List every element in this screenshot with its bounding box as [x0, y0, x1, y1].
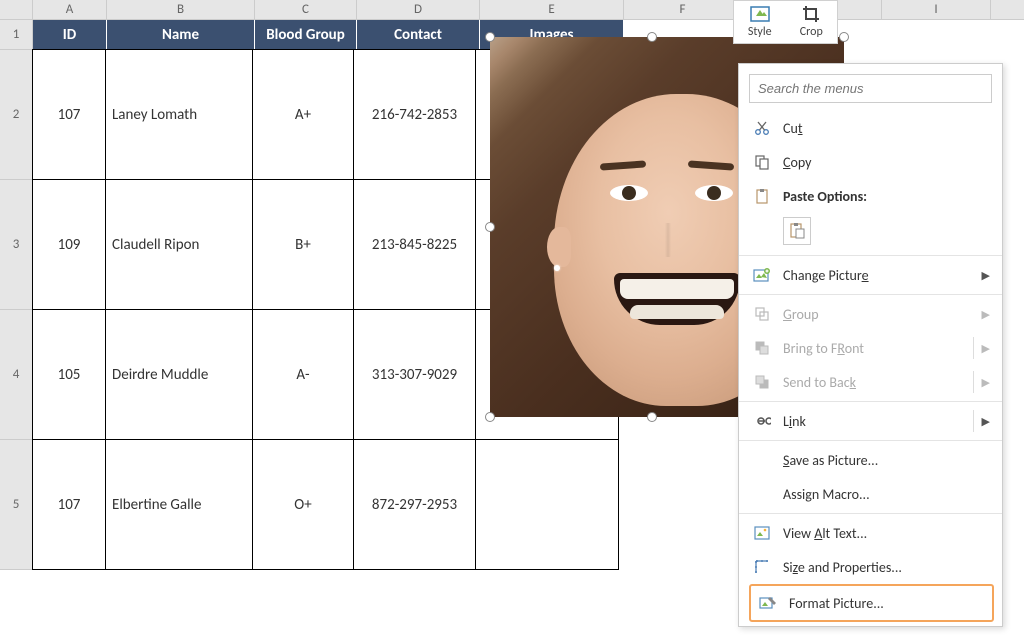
menu-assign-macro[interactable]: Assign Macro...: [739, 477, 1002, 511]
assign-macro-label: Assign Macro...: [783, 486, 870, 503]
col-header-d[interactable]: D: [357, 0, 480, 19]
cell-contact[interactable]: 872-297-2953: [353, 439, 476, 570]
menu-format-picture[interactable]: Format Picture...: [751, 586, 992, 620]
paste-options-row: [739, 213, 1002, 253]
menu-size-properties[interactable]: Size and Properties...: [739, 550, 1002, 584]
change-picture-label: Change Picture: [783, 267, 869, 284]
header-contact: Contact: [357, 20, 480, 50]
menu-send-to-back: Send to Back ▶: [739, 365, 1002, 399]
row-header-4[interactable]: 4: [0, 310, 33, 440]
select-all-corner[interactable]: [0, 0, 33, 19]
col-header-a[interactable]: A: [33, 0, 107, 19]
header-name: Name: [107, 20, 255, 50]
link-icon: [753, 412, 771, 430]
header-blood: Blood Group: [255, 20, 357, 50]
size-props-label: Size and Properties...: [783, 559, 902, 576]
cell-id[interactable]: 105: [32, 309, 106, 440]
col-header-e[interactable]: E: [480, 0, 624, 19]
submenu-arrow-icon: ▶: [982, 342, 990, 355]
selection-handle[interactable]: [485, 32, 495, 42]
cell-blood[interactable]: A-: [252, 309, 354, 440]
menu-cut[interactable]: Cut: [739, 111, 1002, 145]
save-as-picture-label: Save as Picture...: [783, 452, 878, 469]
menu-change-picture[interactable]: Change Picture ▶: [739, 258, 1002, 292]
menu-link[interactable]: Link ▶: [739, 404, 1002, 438]
menu-search-input[interactable]: [749, 74, 992, 103]
cell-contact[interactable]: 216-742-2853: [353, 49, 476, 180]
row-header-1[interactable]: 1: [0, 20, 33, 50]
picture-mini-toolbar: Style Crop: [733, 0, 838, 44]
group-icon: [753, 305, 771, 323]
cell-id[interactable]: 109: [32, 179, 106, 310]
row-header-column: 1 2 3 4 5: [0, 20, 33, 570]
scissors-icon: [753, 119, 771, 137]
copy-icon: [753, 153, 771, 171]
menu-bring-to-front: Bring to FRont ▶: [739, 331, 1002, 365]
crop-icon: [800, 5, 822, 23]
clipboard-icon: [753, 187, 771, 205]
cell-contact[interactable]: 213-845-8225: [353, 179, 476, 310]
paste-button[interactable]: [783, 217, 811, 245]
submenu-arrow-icon: ▶: [982, 308, 990, 321]
size-icon: [753, 558, 771, 576]
format-picture-icon: [759, 594, 777, 612]
cell-id[interactable]: 107: [32, 49, 106, 180]
col-header-b[interactable]: B: [107, 0, 255, 19]
column-header-row: A B C D E F H I: [0, 0, 1024, 20]
cell-images[interactable]: [475, 439, 619, 570]
selection-handle[interactable]: [485, 412, 495, 422]
col-header-f[interactable]: F: [624, 0, 742, 19]
row-header-3[interactable]: 3: [0, 180, 33, 310]
selection-handle[interactable]: [647, 412, 657, 422]
link-label: Link: [783, 413, 806, 430]
bring-front-icon: [753, 339, 771, 357]
alt-text-icon: [753, 524, 771, 542]
alt-text-label: View Alt Text...: [783, 525, 867, 542]
paste-icon: [788, 222, 806, 240]
menu-format-picture-highlight: Format Picture...: [749, 584, 994, 622]
send-back-icon: [753, 373, 771, 391]
submenu-arrow-icon: ▶: [982, 376, 990, 389]
selection-handle[interactable]: [839, 32, 849, 42]
col-header-c[interactable]: C: [255, 0, 357, 19]
cell-name[interactable]: Claudell Ripon: [105, 179, 253, 310]
copy-label: Copy: [783, 154, 811, 171]
paste-options-label: Paste Options:: [783, 188, 867, 205]
cell-name[interactable]: Deirdre Muddle: [105, 309, 253, 440]
row-header-5[interactable]: 5: [0, 440, 33, 570]
cell-f[interactable]: [618, 439, 736, 570]
style-icon: [749, 5, 771, 23]
menu-copy[interactable]: Copy: [739, 145, 1002, 179]
row-header-2[interactable]: 2: [0, 50, 33, 180]
selection-handle[interactable]: [647, 32, 657, 42]
format-picture-label: Format Picture...: [789, 595, 884, 612]
style-label: Style: [748, 25, 772, 39]
cell-id[interactable]: 107: [32, 439, 106, 570]
menu-group: Group ▶: [739, 297, 1002, 331]
cell-name[interactable]: Laney Lomath: [105, 49, 253, 180]
send-back-label: Send to Back: [783, 374, 856, 391]
style-button[interactable]: Style: [734, 1, 786, 43]
cell-name[interactable]: Elbertine Galle: [105, 439, 253, 570]
col-header-i[interactable]: I: [882, 0, 991, 19]
cut-label: Cut: [783, 120, 803, 137]
change-picture-icon: [753, 266, 771, 284]
group-label: Group: [783, 306, 819, 323]
context-menu: Cut Copy Paste Options: Change Picture ▶…: [738, 63, 1003, 627]
cell-contact[interactable]: 313-307-9029: [353, 309, 476, 440]
cell-blood[interactable]: O+: [252, 439, 354, 570]
selection-handle[interactable]: [485, 222, 495, 232]
crop-button[interactable]: Crop: [786, 1, 838, 43]
bring-front-label: Bring to FRont: [783, 340, 864, 357]
header-id: ID: [33, 20, 107, 50]
menu-view-alt-text[interactable]: View Alt Text...: [739, 516, 1002, 550]
cell-blood[interactable]: B+: [252, 179, 354, 310]
cell-blood[interactable]: A+: [252, 49, 354, 180]
menu-search: [749, 74, 992, 103]
submenu-arrow-icon: ▶: [982, 269, 990, 282]
submenu-arrow-icon: ▶: [982, 415, 990, 428]
menu-paste-options: Paste Options:: [739, 179, 1002, 213]
menu-save-as-picture[interactable]: Save as Picture...: [739, 443, 1002, 477]
crop-label: Crop: [800, 25, 823, 39]
